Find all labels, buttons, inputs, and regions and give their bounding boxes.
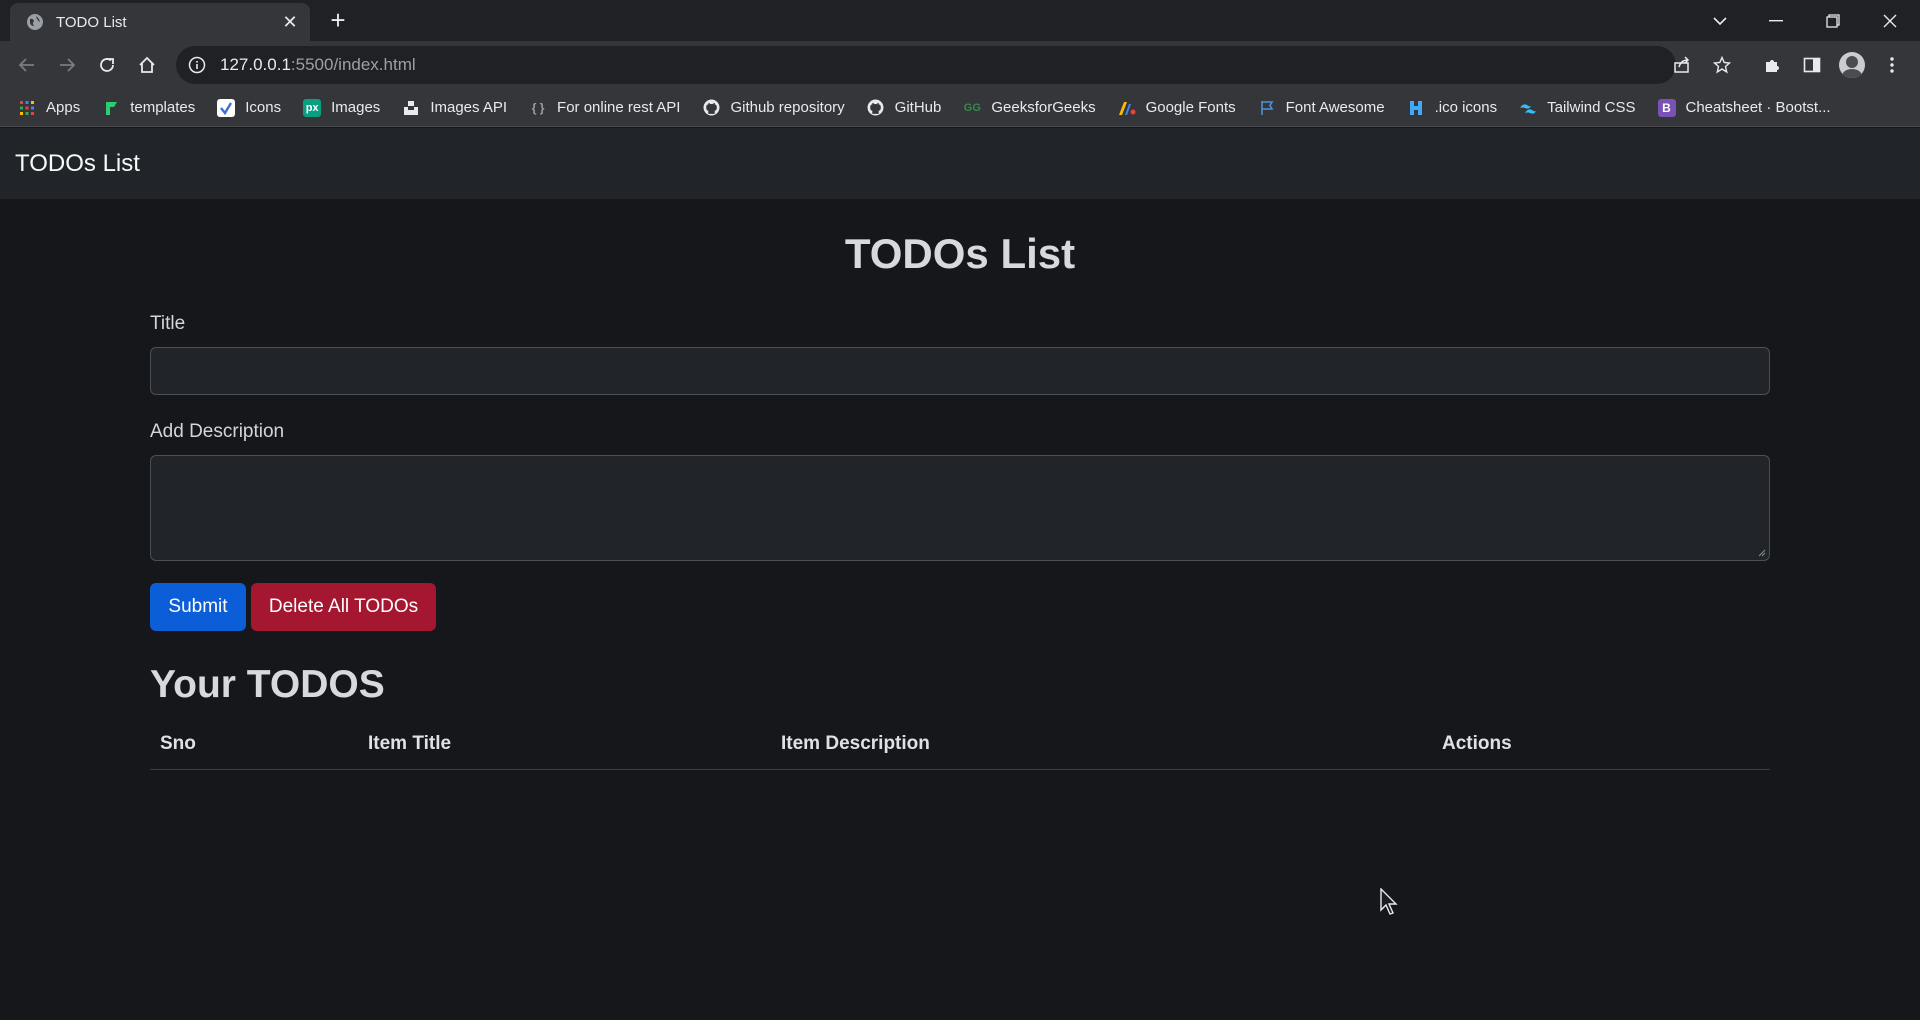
extensions-icon[interactable] <box>1756 49 1788 81</box>
back-icon[interactable] <box>11 49 43 81</box>
bookmark-images-api[interactable]: Images API <box>402 99 507 117</box>
bookmark-label: Cheatsheet · Bootst... <box>1685 99 1831 116</box>
bookmarks-bar: Apps templates Icons px Images Images AP… <box>0 89 1920 127</box>
templates-icon <box>102 99 120 117</box>
unsplash-icon <box>402 99 420 117</box>
title-label: Title <box>150 313 186 334</box>
close-tab-icon[interactable]: ✕ <box>280 13 300 31</box>
bookmark-google-fonts[interactable]: Google Fonts <box>1118 99 1236 117</box>
bookmark-label: For online rest API <box>557 99 681 116</box>
bookmark-templates[interactable]: templates <box>102 99 195 117</box>
bookmark-github[interactable]: GitHub <box>867 99 942 117</box>
todos-section-heading: Your TODOS <box>150 663 385 706</box>
title-input[interactable] <box>150 347 1770 395</box>
bookmark-font-awesome[interactable]: Font Awesome <box>1258 99 1385 117</box>
tailwind-icon <box>1519 99 1537 117</box>
url-path: :5500/index.html <box>290 55 416 74</box>
todos-table: Sno Item Title Item Description Actions <box>150 721 1770 770</box>
bookmark-label: Apps <box>46 99 81 116</box>
close-window-icon[interactable] <box>1862 0 1918 41</box>
gfg-icon: GG <box>963 101 981 114</box>
browser-toolbar: 127.0.0.1:5500/index.html <box>0 41 1920 89</box>
google-fonts-icon <box>1118 99 1136 117</box>
bookmark-images[interactable]: px Images <box>303 98 381 117</box>
bookmark-geeksforgeeks[interactable]: GG GeeksforGeeks <box>963 99 1096 117</box>
bookmark-label: templates <box>130 99 196 116</box>
bookmark-label: .ico icons <box>1434 99 1498 116</box>
bookmark-rest-api[interactable]: { } For online rest API <box>529 99 681 117</box>
address-bar[interactable]: 127.0.0.1:5500/index.html <box>176 46 1676 84</box>
browser-tab[interactable]: TODO List ✕ <box>10 3 310 41</box>
main-container: TODOs List Title Add Description Submit … <box>150 199 1770 770</box>
bookmark-label: Tailwind CSS <box>1547 99 1636 116</box>
new-tab-icon[interactable]: + <box>324 6 352 34</box>
tab-title: TODO List <box>56 13 127 31</box>
column-header-item-title: Item Title <box>368 733 452 754</box>
bookmark-label: Google Fonts <box>1145 99 1236 116</box>
bookmark-bootstrap[interactable]: B Cheatsheet · Bootst... <box>1657 98 1831 117</box>
tab-strip: TODO List ✕ + <box>0 0 1920 41</box>
bookmark-star-icon[interactable] <box>1706 49 1738 81</box>
forward-icon[interactable] <box>51 49 83 81</box>
description-textarea[interactable] <box>150 455 1770 561</box>
column-header-actions: Actions <box>1442 733 1512 754</box>
bookmark-icons[interactable]: Icons <box>217 98 282 117</box>
home-icon[interactable] <box>131 49 163 81</box>
url-text: 127.0.0.1:5500/index.html <box>220 55 416 75</box>
bookmark-apps[interactable]: Apps <box>18 99 80 117</box>
github-icon <box>867 99 885 117</box>
resize-handle-icon[interactable] <box>1758 549 1766 557</box>
page-navbar: TODOs List <box>0 128 1920 199</box>
bookmark-label: Font Awesome <box>1285 99 1385 116</box>
navbar-brand[interactable]: TODOs List <box>15 150 140 178</box>
bookmark-label: Images <box>331 99 381 116</box>
url-host: 127.0.0.1 <box>220 55 291 74</box>
reload-icon[interactable] <box>91 49 123 81</box>
column-header-item-description: Item Description <box>781 733 930 754</box>
apps-grid-icon <box>18 99 36 117</box>
profile-avatar[interactable] <box>1836 49 1868 81</box>
bookmark-tailwind[interactable]: Tailwind CSS <box>1519 99 1636 117</box>
delete-all-button[interactable]: Delete All TODOs <box>251 583 436 631</box>
column-header-sno: Sno <box>160 733 196 754</box>
bookmark-label: GitHub <box>894 99 942 116</box>
bookmark-github-repository[interactable]: Github repository <box>702 99 845 117</box>
bookmark-label: GeeksforGeeks <box>991 99 1096 116</box>
page-title: TODOs List <box>844 230 1076 277</box>
bootstrap-icon: B <box>1657 98 1676 117</box>
bookmark-label: Github repository <box>730 99 845 116</box>
description-label: Add Description <box>150 421 285 442</box>
restore-icon[interactable] <box>1805 0 1861 41</box>
tab-search-icon[interactable] <box>1692 0 1748 41</box>
mouse-cursor-icon <box>1380 888 1398 915</box>
rest-api-icon: { } <box>531 100 545 115</box>
minimize-icon[interactable] <box>1748 0 1804 41</box>
bookmark-label: Icons <box>245 99 282 116</box>
menu-kebab-icon[interactable] <box>1876 49 1908 81</box>
github-icon <box>702 99 720 117</box>
submit-button[interactable]: Submit <box>150 583 246 631</box>
share-icon[interactable] <box>1666 49 1698 81</box>
side-panel-icon[interactable] <box>1796 49 1828 81</box>
ico-icon <box>1407 99 1425 117</box>
avatar <box>1839 52 1865 78</box>
globe-icon <box>27 14 43 30</box>
bookmark-ico-icons[interactable]: .ico icons <box>1407 99 1498 117</box>
bookmark-label: Images API <box>430 99 508 116</box>
px-icon: px <box>303 98 322 117</box>
icons-icon <box>217 98 236 117</box>
flag-icon <box>1258 99 1276 117</box>
info-icon[interactable] <box>188 56 206 74</box>
